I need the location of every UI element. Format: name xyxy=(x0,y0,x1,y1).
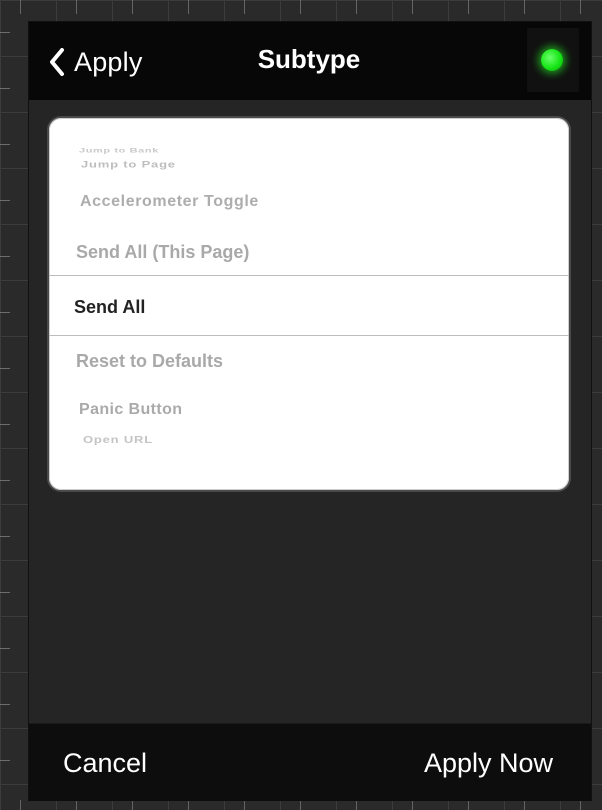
selection-indicator-top xyxy=(49,275,569,276)
picker-row[interactable]: Send All (This Page) xyxy=(76,242,569,263)
picker-row[interactable]: Accelerometer Toggle xyxy=(80,193,569,211)
subtype-picker[interactable]: Jump to Bank Jump to Page Accelerometer … xyxy=(49,118,569,490)
back-button[interactable]: Apply xyxy=(49,42,143,82)
status-indicator xyxy=(527,28,579,92)
picker-row[interactable]: Jump to Bank xyxy=(79,147,569,154)
bottom-toolbar: Cancel Apply Now xyxy=(29,723,591,801)
chevron-left-icon xyxy=(50,48,64,76)
page-title: Subtype xyxy=(257,44,361,74)
subtype-panel: Apply Subtype Jump to Bank Jump to Page … xyxy=(29,22,591,801)
back-button-label: Apply xyxy=(74,46,143,77)
picker-row[interactable]: Reset to Defaults xyxy=(76,351,569,372)
ruler-ticks-bottom xyxy=(0,800,602,810)
cancel-button[interactable]: Cancel xyxy=(63,748,147,779)
picker-row[interactable]: Open URL xyxy=(83,434,569,445)
apply-now-button[interactable]: Apply Now xyxy=(424,748,553,779)
ruler-ticks-left xyxy=(0,0,10,810)
picker-row[interactable]: Jump to Page xyxy=(81,159,569,170)
picker-row-selected[interactable]: Send All xyxy=(74,297,569,318)
ruler-ticks-top xyxy=(0,0,602,14)
picker-row[interactable]: Panic Button xyxy=(79,401,569,419)
status-led-icon xyxy=(541,49,563,71)
selection-indicator-bottom xyxy=(49,335,569,336)
navigation-bar: Apply Subtype xyxy=(29,22,591,100)
